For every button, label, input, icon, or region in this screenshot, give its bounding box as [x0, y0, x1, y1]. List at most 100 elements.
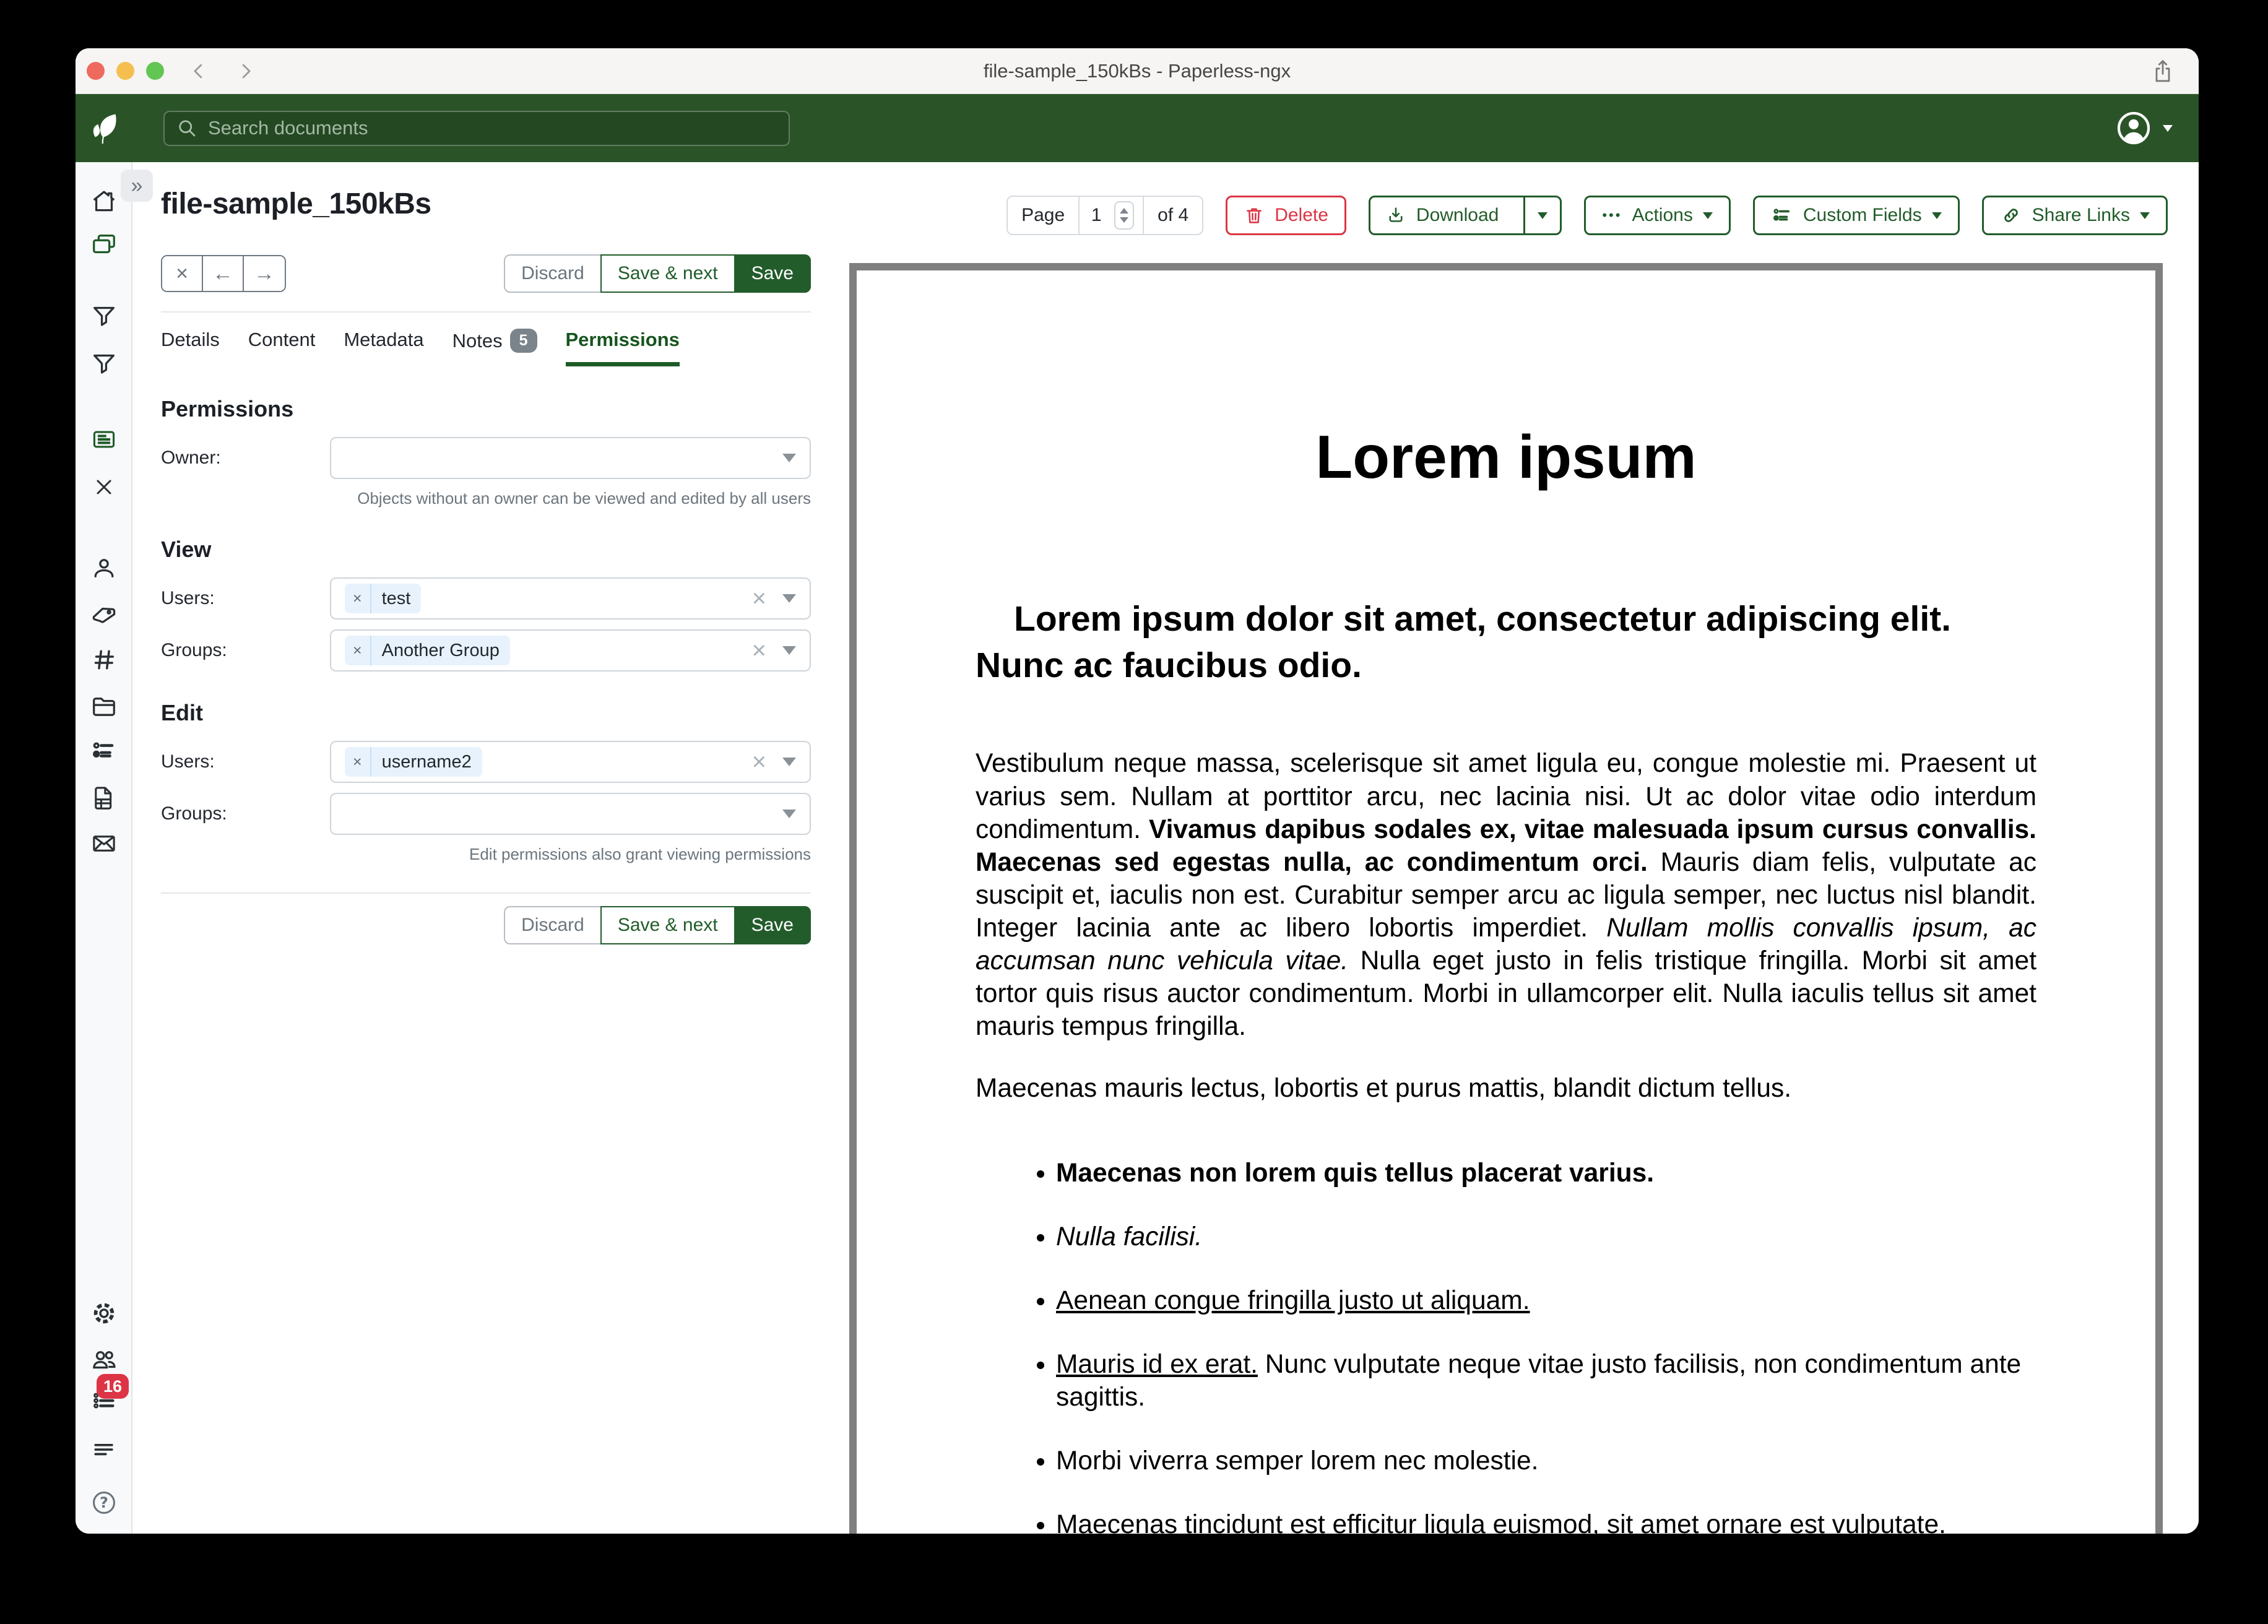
list-item: Mauris id ex erat. Nunc vulputate neque … [1056, 1348, 2036, 1414]
discard-button[interactable]: Discard [504, 254, 602, 293]
share-icon[interactable] [2150, 58, 2175, 85]
save-button[interactable]: Save [734, 254, 811, 293]
chip-remove-icon[interactable]: × [345, 584, 371, 613]
custom-fields-button[interactable]: Custom Fields [1753, 196, 1960, 235]
zoom-window-button[interactable] [146, 62, 164, 80]
correspondents-icon[interactable] [90, 554, 118, 582]
delete-button[interactable]: Delete [1226, 196, 1346, 235]
chevron-down-icon [782, 646, 796, 655]
minimize-window-button[interactable] [116, 62, 134, 80]
user-menu[interactable] [2114, 109, 2173, 147]
home-icon[interactable] [90, 187, 118, 215]
tab-permissions[interactable]: Permissions [566, 329, 680, 366]
storage-paths-icon[interactable] [89, 692, 119, 720]
selected-chip: × test [345, 584, 421, 613]
documents-icon[interactable] [89, 230, 119, 259]
link-icon [2000, 204, 2022, 227]
documentation-icon[interactable]: ? [90, 1488, 118, 1517]
custom-fields-label: Custom Fields [1803, 205, 1922, 226]
chevron-down-icon [782, 810, 796, 818]
tab-content[interactable]: Content [248, 329, 316, 362]
download-options-button[interactable] [1523, 197, 1560, 233]
tags-icon[interactable] [89, 599, 119, 628]
logs-icon[interactable] [90, 1437, 118, 1464]
close-window-button[interactable] [87, 62, 105, 80]
share-links-label: Share Links [2032, 205, 2130, 226]
sidebar-expand-button[interactable]: » [121, 170, 153, 202]
chip-remove-icon[interactable]: × [345, 747, 371, 777]
page-navigator: Page of 4 [1006, 196, 1203, 235]
document-types-icon[interactable] [90, 646, 118, 673]
discard-button[interactable]: Discard [504, 906, 602, 944]
delete-label: Delete [1275, 205, 1328, 226]
trash-icon [1244, 204, 1265, 227]
detail-tabs: Details Content Metadata Notes 5 Permiss… [161, 313, 811, 366]
edit-help-text: Edit permissions also grant viewing perm… [161, 845, 811, 864]
previous-document-button[interactable]: ← [203, 256, 244, 291]
edit-groups-select[interactable] [330, 793, 811, 835]
settings-icon[interactable] [90, 1299, 118, 1328]
users-groups-icon[interactable] [89, 1345, 119, 1374]
chip-label: username2 [371, 747, 482, 777]
page-stepper[interactable] [1114, 201, 1134, 230]
save-next-button[interactable]: Save & next [600, 906, 735, 944]
tab-metadata[interactable]: Metadata [344, 329, 423, 362]
avatar-icon [2114, 109, 2153, 147]
download-button[interactable]: Download [1370, 197, 1513, 233]
owner-help-text: Objects without an owner can be viewed a… [161, 489, 811, 508]
share-links-button[interactable]: Share Links [1982, 196, 2168, 235]
chevron-down-icon [1538, 212, 1547, 219]
view-users-select[interactable]: × test × [330, 577, 811, 620]
tab-notes-label: Notes [452, 330, 503, 352]
selected-chip: × username2 [345, 747, 482, 777]
page-number-input[interactable] [1086, 204, 1107, 227]
clear-icon[interactable]: × [752, 638, 766, 663]
clear-icon[interactable]: × [752, 586, 766, 611]
close-all-icon[interactable] [92, 475, 116, 499]
edit-users-select[interactable]: × username2 × [330, 741, 811, 783]
pdf-title: Lorem ipsum [976, 422, 2036, 492]
document-title: file-sample_150kBs [161, 187, 811, 221]
list-item: Nulla facilisi. [1056, 1220, 2036, 1253]
page-total: of 4 [1144, 205, 1202, 226]
back-icon[interactable] [189, 61, 210, 82]
mail-icon[interactable] [89, 830, 119, 857]
notes-count-badge: 5 [510, 329, 537, 353]
divider [161, 892, 811, 894]
permissions-heading: Permissions [161, 396, 811, 422]
view-groups-select[interactable]: × Another Group × [330, 629, 811, 672]
browser-history-nav [189, 61, 256, 82]
clear-icon[interactable]: × [752, 749, 766, 774]
saved-view-filter-icon[interactable] [90, 301, 118, 330]
save-next-button[interactable]: Save & next [600, 254, 735, 293]
owner-select[interactable] [330, 437, 811, 479]
search-icon [176, 117, 198, 139]
open-document-icon[interactable] [89, 426, 119, 453]
window-title: file-sample_150kBs - Paperless-ngx [984, 60, 1291, 82]
save-button-group-bottom: Discard Save & next Save [504, 906, 811, 944]
save-button[interactable]: Save [734, 906, 811, 944]
custom-fields-icon[interactable] [90, 736, 118, 765]
actions-button[interactable]: ••• Actions [1584, 196, 1731, 235]
tab-notes[interactable]: Notes 5 [452, 329, 537, 364]
app-window: file-sample_150kBs - Paperless-ngx [76, 48, 2199, 1534]
next-document-button[interactable]: → [244, 256, 285, 291]
chip-label: test [371, 584, 422, 613]
pdf-paragraph: Vestibulum neque massa, scelerisque sit … [976, 747, 2036, 1043]
saved-view-filter-icon-2[interactable] [90, 349, 118, 378]
forward-icon[interactable] [235, 61, 256, 82]
file-tasks-icon[interactable] [90, 783, 118, 811]
pdf-bullet-list: Maecenas non lorem quis tellus placerat … [976, 1157, 2036, 1534]
close-document-button[interactable]: × [162, 256, 203, 291]
tasks-count-badge: 16 [97, 1374, 129, 1399]
chevron-down-icon [2140, 212, 2150, 219]
chip-remove-icon[interactable]: × [345, 636, 371, 665]
chip-label: Another Group [371, 636, 510, 665]
pdf-preview-pane[interactable]: Lorem ipsum Lorem ipsum dolor sit amet, … [849, 263, 2163, 1534]
paperless-logo-icon [76, 110, 134, 147]
search-input[interactable] [207, 116, 777, 140]
page-label: Page [1008, 205, 1078, 226]
tab-details[interactable]: Details [161, 329, 220, 362]
ellipsis-icon: ••• [1602, 207, 1622, 223]
pdf-page: Lorem ipsum Lorem ipsum dolor sit amet, … [857, 270, 2155, 1534]
